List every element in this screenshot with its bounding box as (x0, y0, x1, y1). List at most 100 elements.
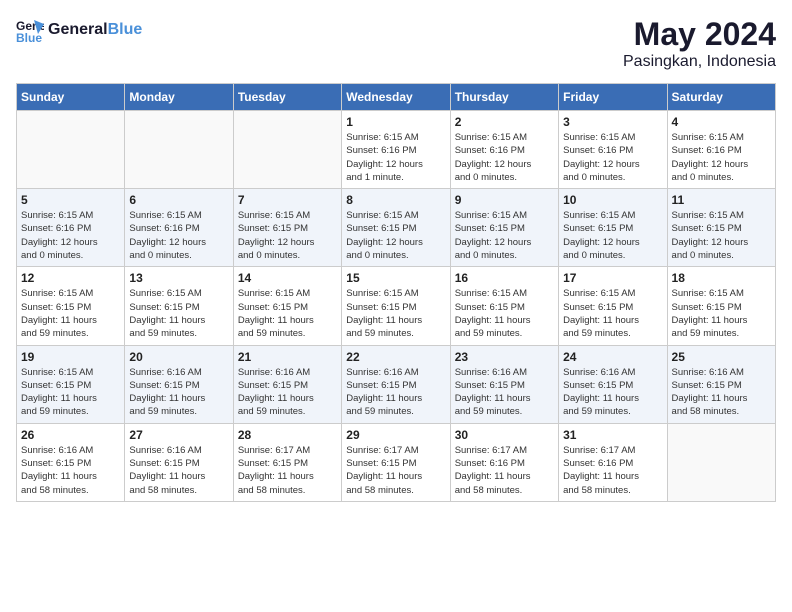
day-info: Sunrise: 6:15 AM Sunset: 6:15 PM Dayligh… (563, 209, 662, 262)
day-number: 26 (21, 428, 120, 442)
day-info: Sunrise: 6:16 AM Sunset: 6:15 PM Dayligh… (672, 366, 771, 419)
day-info: Sunrise: 6:16 AM Sunset: 6:15 PM Dayligh… (455, 366, 554, 419)
weekday-header-friday: Friday (559, 84, 667, 111)
day-info: Sunrise: 6:15 AM Sunset: 6:16 PM Dayligh… (455, 131, 554, 184)
calendar-day-cell: 19Sunrise: 6:15 AM Sunset: 6:15 PM Dayli… (17, 345, 125, 423)
calendar-day-cell: 6 Sunrise: 6:15 AM Sunset: 6:16 PM Daylig… (125, 189, 233, 267)
calendar-day-cell: 24 Sunrise: 6:16 AM Sunset: 6:15 PM Dayli… (559, 345, 667, 423)
day-number: 15 (346, 271, 445, 285)
calendar-day-cell: 14 Sunrise: 6:15 AM Sunset: 6:15 PM Dayli… (233, 267, 341, 345)
day-number: 14 (238, 271, 337, 285)
day-number: 18 (672, 271, 771, 285)
calendar-table: SundayMondayTuesdayWednesdayThursdayFrid… (16, 83, 776, 502)
logo-icon: General Blue (16, 16, 44, 44)
day-number: 28 (238, 428, 337, 442)
calendar-day-cell: 12 Sunrise: 6:15 AM Sunset: 6:15 PM Dayli… (17, 267, 125, 345)
calendar-day-cell: 18 Sunrise: 6:15 AM Sunset: 6:15 PM Dayli… (667, 267, 775, 345)
day-number: 21 (238, 350, 337, 364)
day-number: 10 (563, 193, 662, 207)
calendar-day-cell: 29 Sunrise: 6:17 AM Sunset: 6:15 PM Dayli… (342, 423, 450, 501)
calendar-day-cell: 25 Sunrise: 6:16 AM Sunset: 6:15 PM Dayli… (667, 345, 775, 423)
weekday-header-saturday: Saturday (667, 84, 775, 111)
calendar-day-cell: 10 Sunrise: 6:15 AM Sunset: 6:15 PM Dayli… (559, 189, 667, 267)
calendar-day-cell: 5 Sunrise: 6:15 AM Sunset: 6:16 PM Daylig… (17, 189, 125, 267)
calendar-day-cell: 16Sunrise: 6:15 AM Sunset: 6:15 PM Dayli… (450, 267, 558, 345)
calendar-day-cell: 15 Sunrise: 6:15 AM Sunset: 6:15 PM Dayli… (342, 267, 450, 345)
calendar-day-cell: 2 Sunrise: 6:15 AM Sunset: 6:16 PM Daylig… (450, 111, 558, 189)
calendar-day-cell: 7Sunrise: 6:15 AM Sunset: 6:15 PM Daylig… (233, 189, 341, 267)
day-info: Sunrise: 6:15 AM Sunset: 6:15 PM Dayligh… (346, 209, 445, 262)
calendar-week-row: 19Sunrise: 6:15 AM Sunset: 6:15 PM Dayli… (17, 345, 776, 423)
calendar-day-cell: 31 Sunrise: 6:17 AM Sunset: 6:16 PM Dayli… (559, 423, 667, 501)
day-info: Sunrise: 6:15 AM Sunset: 6:15 PM Dayligh… (238, 287, 337, 340)
day-info: Sunrise: 6:16 AM Sunset: 6:15 PM Dayligh… (238, 366, 337, 419)
day-number: 9 (455, 193, 554, 207)
day-info: Sunrise: 6:15 AM Sunset: 6:15 PM Dayligh… (129, 287, 228, 340)
day-info: Sunrise: 6:15 AM Sunset: 6:16 PM Dayligh… (21, 209, 120, 262)
day-info: Sunrise: 6:16 AM Sunset: 6:15 PM Dayligh… (129, 366, 228, 419)
day-info: Sunrise: 6:17 AM Sunset: 6:16 PM Dayligh… (563, 444, 662, 497)
weekday-header-thursday: Thursday (450, 84, 558, 111)
calendar-day-cell: 30 Sunrise: 6:17 AM Sunset: 6:16 PM Dayli… (450, 423, 558, 501)
day-number: 24 (563, 350, 662, 364)
calendar-day-cell: 13 Sunrise: 6:15 AM Sunset: 6:15 PM Dayli… (125, 267, 233, 345)
calendar-day-cell: 8 Sunrise: 6:15 AM Sunset: 6:15 PM Daylig… (342, 189, 450, 267)
day-number: 1 (346, 115, 445, 129)
weekday-header-row: SundayMondayTuesdayWednesdayThursdayFrid… (17, 84, 776, 111)
page-header: General Blue GeneralBlue May 2024 Pasing… (16, 16, 776, 71)
day-number: 31 (563, 428, 662, 442)
day-info: Sunrise: 6:17 AM Sunset: 6:16 PM Dayligh… (455, 444, 554, 497)
weekday-header-monday: Monday (125, 84, 233, 111)
calendar-day-cell: 28Sunrise: 6:17 AM Sunset: 6:15 PM Dayli… (233, 423, 341, 501)
weekday-header-wednesday: Wednesday (342, 84, 450, 111)
day-number: 20 (129, 350, 228, 364)
day-info: Sunrise: 6:15 AM Sunset: 6:15 PM Dayligh… (455, 209, 554, 262)
day-info: Sunrise: 6:15 AM Sunset: 6:15 PM Dayligh… (563, 287, 662, 340)
day-number: 17 (563, 271, 662, 285)
calendar-day-cell: 3Sunrise: 6:15 AM Sunset: 6:16 PM Daylig… (559, 111, 667, 189)
day-number: 11 (672, 193, 771, 207)
day-info: Sunrise: 6:15 AM Sunset: 6:15 PM Dayligh… (672, 287, 771, 340)
day-info: Sunrise: 6:15 AM Sunset: 6:15 PM Dayligh… (455, 287, 554, 340)
day-info: Sunrise: 6:15 AM Sunset: 6:15 PM Dayligh… (346, 287, 445, 340)
location: Pasingkan, Indonesia (623, 53, 776, 71)
calendar-week-row: 5 Sunrise: 6:15 AM Sunset: 6:16 PM Daylig… (17, 189, 776, 267)
day-info: Sunrise: 6:15 AM Sunset: 6:16 PM Dayligh… (563, 131, 662, 184)
day-info: Sunrise: 6:15 AM Sunset: 6:16 PM Dayligh… (129, 209, 228, 262)
logo-general: GeneralBlue (48, 21, 142, 39)
month-year: May 2024 (623, 16, 776, 53)
day-info: Sunrise: 6:16 AM Sunset: 6:15 PM Dayligh… (346, 366, 445, 419)
calendar-day-cell (125, 111, 233, 189)
day-number: 19 (21, 350, 120, 364)
title-block: May 2024 Pasingkan, Indonesia (623, 16, 776, 71)
weekday-header-tuesday: Tuesday (233, 84, 341, 111)
calendar-day-cell: 26Sunrise: 6:16 AM Sunset: 6:15 PM Dayli… (17, 423, 125, 501)
logo: General Blue GeneralBlue (16, 16, 142, 44)
day-number: 13 (129, 271, 228, 285)
day-info: Sunrise: 6:15 AM Sunset: 6:15 PM Dayligh… (21, 287, 120, 340)
calendar-day-cell (17, 111, 125, 189)
day-number: 5 (21, 193, 120, 207)
weekday-header-sunday: Sunday (17, 84, 125, 111)
day-number: 4 (672, 115, 771, 129)
calendar-week-row: 12 Sunrise: 6:15 AM Sunset: 6:15 PM Dayli… (17, 267, 776, 345)
day-info: Sunrise: 6:17 AM Sunset: 6:15 PM Dayligh… (346, 444, 445, 497)
day-number: 23 (455, 350, 554, 364)
calendar-week-row: 1 Sunrise: 6:15 AM Sunset: 6:16 PM Daylig… (17, 111, 776, 189)
day-number: 29 (346, 428, 445, 442)
calendar-day-cell: 22 Sunrise: 6:16 AM Sunset: 6:15 PM Dayli… (342, 345, 450, 423)
day-info: Sunrise: 6:16 AM Sunset: 6:15 PM Dayligh… (563, 366, 662, 419)
day-info: Sunrise: 6:15 AM Sunset: 6:16 PM Dayligh… (672, 131, 771, 184)
day-number: 30 (455, 428, 554, 442)
day-number: 2 (455, 115, 554, 129)
day-info: Sunrise: 6:15 AM Sunset: 6:16 PM Dayligh… (346, 131, 445, 184)
calendar-day-cell (667, 423, 775, 501)
day-number: 22 (346, 350, 445, 364)
day-info: Sunrise: 6:16 AM Sunset: 6:15 PM Dayligh… (129, 444, 228, 497)
day-number: 6 (129, 193, 228, 207)
day-number: 8 (346, 193, 445, 207)
day-number: 25 (672, 350, 771, 364)
day-info: Sunrise: 6:15 AM Sunset: 6:15 PM Dayligh… (238, 209, 337, 262)
calendar-day-cell: 4 Sunrise: 6:15 AM Sunset: 6:16 PM Daylig… (667, 111, 775, 189)
day-number: 12 (21, 271, 120, 285)
